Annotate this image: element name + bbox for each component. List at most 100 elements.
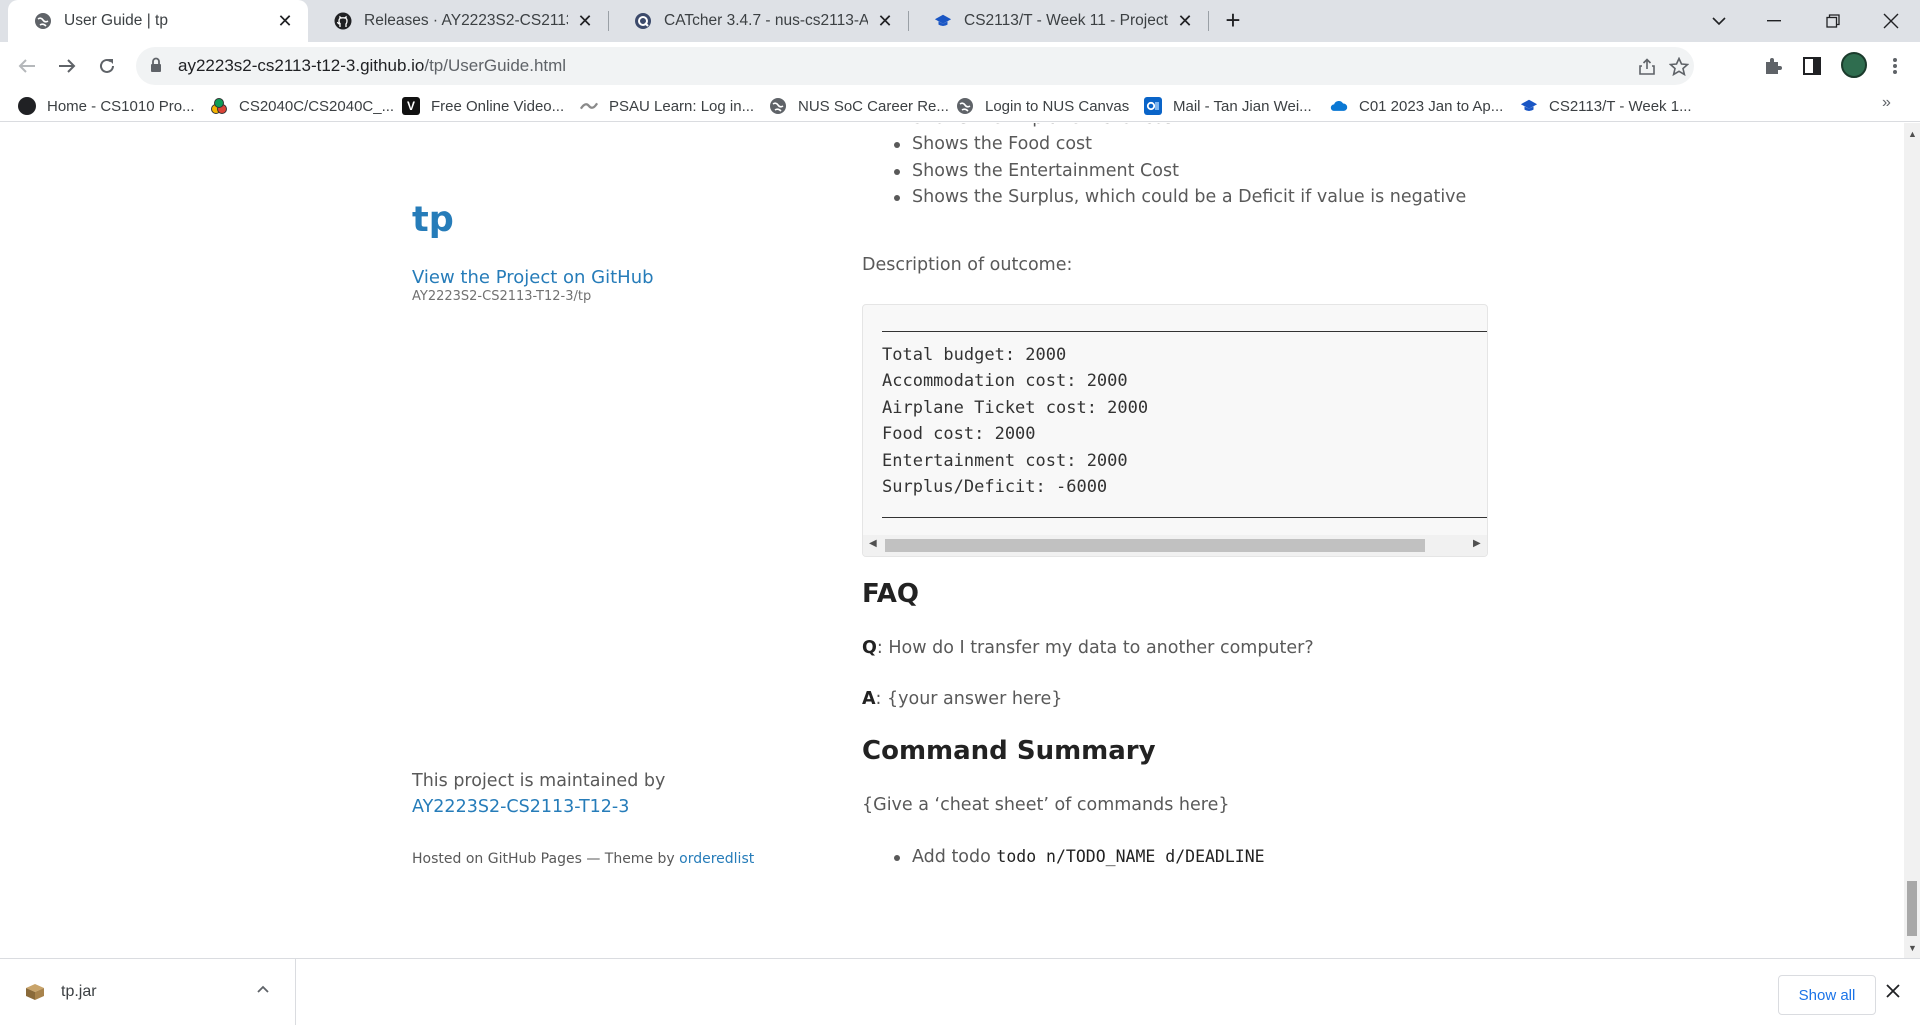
bookmark-item[interactable]: CS2040C/CS2040C_... bbox=[210, 94, 394, 118]
show-all-button[interactable]: Show all bbox=[1778, 975, 1876, 1015]
code-block[interactable]: Total budget: 2000 Accommodation cost: 2… bbox=[862, 304, 1488, 557]
close-icon[interactable] bbox=[1886, 981, 1900, 1004]
restore-icon bbox=[1826, 14, 1840, 28]
share-icon[interactable] bbox=[1636, 56, 1658, 78]
download-shelf: tp.jar Show all bbox=[0, 958, 1920, 1030]
bookmark-label: Mail - Tan Jian Wei... bbox=[1173, 97, 1312, 115]
site-title[interactable]: tp bbox=[412, 200, 454, 240]
new-tab-button[interactable]: + bbox=[1220, 7, 1246, 34]
bookmark-item[interactable]: C01 2023 Jan to Ap... bbox=[1330, 94, 1503, 118]
close-icon[interactable]: ✕ bbox=[876, 11, 894, 32]
horizontal-scrollbar[interactable]: ◀ ▶ bbox=[863, 535, 1487, 556]
vertical-scrollbar[interactable]: ▲ ▼ bbox=[1904, 123, 1920, 958]
extensions-icon[interactable] bbox=[1762, 55, 1784, 77]
scroll-right-icon[interactable]: ▶ bbox=[1473, 538, 1481, 549]
minimize-button[interactable] bbox=[1751, 0, 1797, 42]
command-code: todo n/TODO_NAME d/DEADLINE bbox=[996, 847, 1265, 866]
tab-title: Releases · AY2223S2-CS2113-T12 bbox=[364, 12, 568, 29]
globe-icon bbox=[956, 97, 974, 115]
scroll-left-icon[interactable]: ◀ bbox=[869, 538, 877, 549]
side-panel-icon[interactable] bbox=[1801, 55, 1823, 77]
code-line: Total budget: 2000 bbox=[882, 344, 1067, 365]
window-close-button[interactable] bbox=[1868, 0, 1914, 42]
bookmarks-overflow-button[interactable]: » bbox=[1882, 94, 1891, 112]
bookmark-item[interactable]: V Free Online Video... bbox=[402, 94, 564, 118]
maintainer-link[interactable]: AY2223S2-CS2113-T12-3 bbox=[412, 797, 629, 817]
summary-text: {Give a ‘cheat sheet’ of commands here} bbox=[862, 795, 1230, 815]
faq-answer: A: {your answer here} bbox=[862, 689, 1062, 709]
list-item: Shows the Entertainment Cost bbox=[862, 158, 1466, 184]
list-item: Shows the Food cost bbox=[862, 131, 1466, 157]
list-item: Shows the Airplane Ticket cost bbox=[862, 123, 1466, 131]
faq-heading: FAQ bbox=[862, 579, 920, 609]
tab-user-guide[interactable]: User Guide | tp ✕ bbox=[8, 0, 308, 42]
scrollbar-thumb[interactable] bbox=[885, 539, 1425, 552]
scroll-up-icon[interactable]: ▲ bbox=[1908, 129, 1917, 139]
star-icon[interactable] bbox=[1668, 56, 1690, 78]
close-icon[interactable]: ✕ bbox=[576, 11, 594, 32]
bookmark-item[interactable]: Home - CS1010 Pro... bbox=[18, 94, 195, 118]
tab-separator bbox=[1208, 11, 1209, 31]
github-icon bbox=[334, 12, 352, 30]
divider-line bbox=[882, 501, 1487, 528]
back-button[interactable] bbox=[11, 50, 43, 82]
bookmark-label: Home - CS1010 Pro... bbox=[47, 97, 195, 115]
faq-question: Q: How do I transfer my data to another … bbox=[862, 638, 1314, 658]
tab-strip: User Guide | tp ✕ Releases · AY2223S2-CS… bbox=[0, 0, 1920, 42]
close-icon bbox=[1883, 13, 1899, 29]
github-project-link[interactable]: View the Project on GitHub bbox=[412, 267, 654, 288]
bookmark-label: NUS SoC Career Re... bbox=[798, 97, 949, 115]
forward-button[interactable] bbox=[51, 50, 83, 82]
bookmark-item[interactable]: Mail - Tan Jian Wei... bbox=[1144, 94, 1312, 118]
bookmark-item[interactable]: Login to NUS Canvas bbox=[956, 94, 1129, 118]
graduation-cap-icon bbox=[1520, 97, 1538, 115]
maintained-prefix: This project is maintained by bbox=[412, 771, 666, 791]
faq-a-label: A bbox=[862, 689, 876, 709]
code-line: Surplus/Deficit: -6000 bbox=[882, 477, 1108, 497]
bookmark-label: CS2040C/CS2040C_... bbox=[239, 97, 395, 115]
reload-button[interactable] bbox=[91, 50, 123, 82]
address-bar[interactable]: ay2223s2-cs2113-t12-3.github.io/tp/UserG… bbox=[136, 47, 1694, 85]
tab-releases[interactable]: Releases · AY2223S2-CS2113-T12 ✕ bbox=[308, 0, 608, 42]
bookmark-item[interactable]: NUS SoC Career Re... bbox=[769, 94, 949, 118]
maintainer-note: This project is maintained by AY2223S2-C… bbox=[412, 768, 752, 820]
octocat-icon bbox=[18, 97, 36, 115]
close-icon[interactable]: ✕ bbox=[1176, 11, 1194, 32]
bookmark-item[interactable]: PSAU Learn: Log in... bbox=[580, 94, 754, 118]
faq-q-label: Q bbox=[862, 638, 877, 658]
more-vert-icon[interactable] bbox=[1884, 55, 1906, 77]
list-item: Shows the Surplus, which could be a Defi… bbox=[862, 184, 1466, 210]
download-filename: tp.jar bbox=[61, 983, 97, 1000]
arrow-left-icon bbox=[18, 59, 35, 73]
cloud-icon bbox=[1330, 97, 1348, 115]
bookmark-item[interactable]: CS2113/T - Week 1... bbox=[1520, 94, 1692, 118]
chevron-up-icon[interactable] bbox=[256, 981, 270, 997]
faq-q-text: : How do I transfer my data to another c… bbox=[876, 638, 1314, 658]
cost-list: Shows the Airplane Ticket cost Shows the… bbox=[862, 123, 1466, 210]
tab-week-11[interactable]: CS2113/T - Week 11 - Project ✕ bbox=[908, 0, 1208, 42]
close-icon[interactable]: ✕ bbox=[276, 11, 294, 32]
minimize-icon bbox=[1767, 20, 1781, 22]
scrollbar-thumb[interactable] bbox=[1907, 881, 1917, 936]
code-text: Total budget: 2000 Accommodation cost: 2… bbox=[882, 315, 1487, 528]
description-label: Description of outcome: bbox=[862, 255, 1073, 275]
hosting-note: Hosted on GitHub Pages — Theme by ordere… bbox=[412, 851, 754, 867]
scroll-down-icon[interactable]: ▼ bbox=[1908, 943, 1917, 953]
theme-author-link[interactable]: orderedlist bbox=[679, 851, 754, 867]
tab-catcher[interactable]: CATcher 3.4.7 - nus-cs2113-AY22 ✕ bbox=[608, 0, 908, 42]
profile-avatar[interactable] bbox=[1841, 52, 1867, 78]
download-item[interactable]: tp.jar bbox=[0, 959, 296, 1025]
code-line: Entertainment cost: 2000 bbox=[882, 450, 1128, 471]
tab-search-button[interactable] bbox=[1696, 0, 1742, 42]
code-line: Accommodation cost: 2000 bbox=[882, 371, 1128, 391]
lock-icon bbox=[150, 57, 162, 78]
bookmark-label: Free Online Video... bbox=[431, 97, 565, 115]
divider-line bbox=[882, 315, 1487, 342]
outlook-icon bbox=[1144, 97, 1162, 115]
arrow-right-icon bbox=[59, 59, 76, 73]
triangle-icon bbox=[210, 97, 228, 115]
reload-icon bbox=[100, 58, 114, 73]
tab-title: User Guide | tp bbox=[64, 12, 168, 29]
code-line: Food cost: 2000 bbox=[882, 424, 1036, 444]
restore-button[interactable] bbox=[1810, 0, 1856, 42]
